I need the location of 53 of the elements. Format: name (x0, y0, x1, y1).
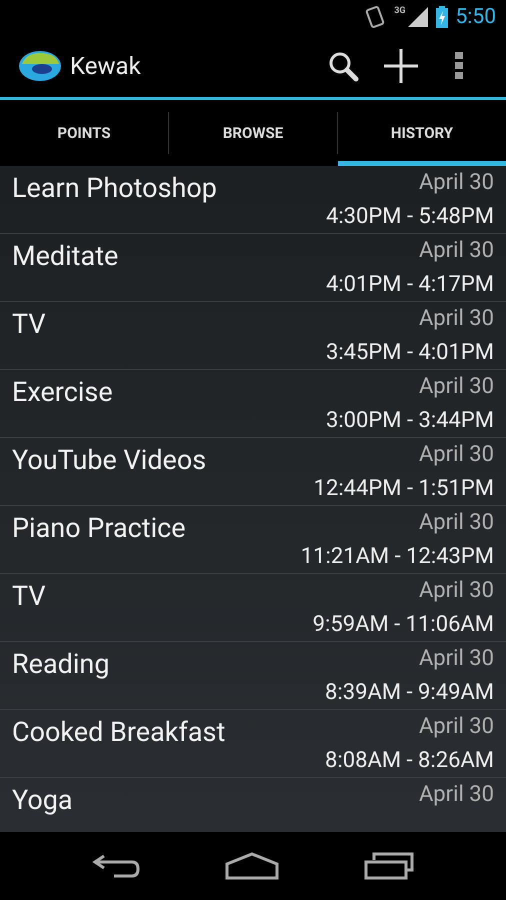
activity-time: 11:21AM - 12:43PM (300, 544, 494, 569)
clock: 5:50 (456, 5, 496, 29)
activity-time: 4:30PM - 5:48PM (326, 204, 494, 229)
history-row[interactable]: TV April 30 3:45PM - 4:01PM (0, 302, 506, 370)
activity-date: April 30 (418, 782, 494, 808)
history-row[interactable]: Meditate April 30 4:01PM - 4:17PM (0, 234, 506, 302)
activity-time: 4:01PM - 4:17PM (326, 272, 494, 297)
activity-time: 3:45PM - 4:01PM (326, 340, 494, 365)
activity-name: TV (12, 308, 47, 340)
history-row[interactable]: Cooked Breakfast April 30 8:08AM - 8:26AM (0, 710, 506, 778)
rotation-icon (364, 5, 386, 29)
history-row[interactable]: YouTube Videos April 30 12:44PM - 1:51PM (0, 438, 506, 506)
activity-name: Piano Practice (12, 512, 187, 544)
activity-time: 8:39AM - 9:49AM (325, 680, 494, 705)
activity-name: Reading (12, 648, 111, 680)
activity-date: April 30 (418, 306, 494, 332)
home-icon[interactable] (224, 852, 279, 880)
activity-time: 8:08AM - 8:26AM (325, 748, 494, 773)
app-logo-icon (18, 50, 62, 82)
activity-name: YouTube Videos (12, 444, 208, 476)
tab[interactable]: POINTS (0, 100, 168, 166)
activity-name: TV (12, 580, 47, 612)
plus-icon (384, 48, 418, 82)
activity-date: April 30 (418, 510, 494, 536)
history-row[interactable]: Exercise April 30 3:00PM - 3:44PM (0, 370, 506, 438)
activity-name: Yoga (12, 784, 74, 816)
history-row[interactable]: TV April 30 9:59AM - 11:06AM (0, 574, 506, 642)
activity-name: Cooked Breakfast (12, 716, 226, 748)
battery-icon (436, 6, 448, 28)
activity-date: April 30 (418, 646, 494, 672)
history-row[interactable]: Learn Photoshop April 30 4:30PM - 5:48PM (0, 166, 506, 234)
activity-date: April 30 (418, 714, 494, 740)
network-type: 3G (394, 6, 406, 16)
activity-time: 9:59AM - 11:06AM (312, 612, 494, 637)
tab[interactable]: BROWSE (169, 100, 337, 166)
signal-icon (408, 7, 428, 27)
activity-name: Learn Photoshop (12, 172, 218, 204)
activity-date: April 30 (418, 238, 494, 264)
activity-date: April 30 (418, 170, 494, 196)
search-icon (327, 50, 359, 82)
menu-icon (455, 52, 463, 80)
activity-date: April 30 (418, 374, 494, 400)
activity-time: 12:44PM - 1:51PM (314, 476, 494, 501)
history-row[interactable]: Piano Practice April 30 11:21AM - 12:43PM (0, 506, 506, 574)
back-icon[interactable] (92, 852, 140, 880)
history-row[interactable]: Reading April 30 8:39AM - 9:49AM (0, 642, 506, 710)
activity-time: 3:00PM - 3:44PM (326, 408, 494, 433)
activity-name: Exercise (12, 376, 114, 408)
app-title: Kewak (70, 52, 142, 80)
activity-name: Meditate (12, 240, 120, 272)
activity-date: April 30 (418, 578, 494, 604)
recent-apps-icon[interactable] (364, 852, 414, 880)
activity-date: April 30 (418, 442, 494, 468)
